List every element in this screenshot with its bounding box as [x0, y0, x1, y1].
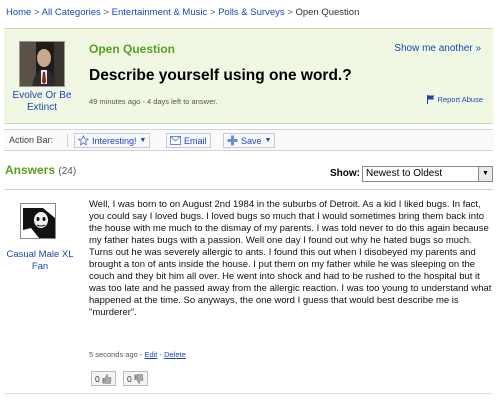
flag-icon [426, 95, 435, 104]
email-button[interactable]: Email [166, 133, 211, 148]
save-button[interactable]: Save ▼ [223, 133, 276, 148]
breadcrumb-entertainment[interactable]: Entertainment & Music [112, 7, 208, 18]
interesting-label: Interesting! [92, 135, 137, 146]
question-status: Open Question [89, 42, 176, 56]
avatar-photo-icon [20, 42, 64, 86]
answer-text: Well, I was born to on August 2nd 1984 i… [89, 199, 492, 318]
plus-icon [227, 135, 238, 146]
action-bar: Action Bar: Interesting! ▼ Email Save ▼ [4, 129, 493, 151]
chevron-down-icon: ▼ [139, 137, 147, 144]
show-me-another-link[interactable]: Show me another » [394, 43, 481, 54]
divider [4, 189, 493, 190]
breadcrumb-separator: > [33, 7, 40, 18]
dropdown-arrow-icon[interactable]: ▼ [478, 167, 492, 181]
question-panel: Evolve Or Be Extinct Open Question Descr… [4, 28, 493, 124]
breadcrumb-separator: > [209, 7, 216, 18]
thumbs-down-count: 0 [127, 373, 132, 384]
thumbs-down-icon [134, 373, 143, 384]
save-label: Save [241, 135, 262, 146]
answerer-name-link[interactable]: Casual Male XL Fan [4, 249, 76, 273]
thumbs-up-button[interactable]: 0 [91, 371, 116, 386]
report-abuse-link[interactable]: Report Abuse [426, 95, 483, 104]
action-bar-label: Action Bar: [9, 135, 54, 145]
report-abuse-label: Report Abuse [437, 95, 483, 104]
breadcrumb-polls[interactable]: Polls & Surveys [218, 7, 285, 18]
chevron-down-icon: ▼ [264, 137, 272, 144]
thumbs-up-count: 0 [95, 373, 100, 384]
meta-separator: - [159, 350, 163, 359]
sort-selected-value: Newest to Oldest [366, 168, 443, 179]
star-icon [78, 135, 89, 146]
breadcrumb-separator: > [103, 7, 110, 18]
breadcrumb: Home > All Categories > Entertainment & … [6, 7, 359, 18]
asker-avatar[interactable] [19, 41, 65, 87]
interesting-button[interactable]: Interesting! ▼ [74, 133, 151, 148]
question-title: Describe yourself using one word.? [89, 67, 352, 84]
delete-link[interactable]: Delete [164, 350, 186, 359]
breadcrumb-home[interactable]: Home [6, 7, 31, 18]
edit-link[interactable]: Edit [144, 350, 157, 359]
thumbs-up-icon [102, 373, 111, 384]
answer-time: 5 seconds ago - [89, 350, 143, 359]
question-meta: 49 minutes ago - 4 days left to answer. [89, 97, 218, 106]
asker-name-link[interactable]: Evolve Or Be Extinct [8, 90, 76, 114]
sort-label: Show: [330, 168, 360, 179]
breadcrumb-separator: > [287, 7, 293, 18]
breadcrumb-current: Open Question [295, 7, 360, 18]
avatar-image-icon [21, 204, 55, 238]
answers-heading: Answers (24) [5, 163, 76, 177]
thumbs-down-button[interactable]: 0 [123, 371, 148, 386]
answers-count: (24) [58, 166, 77, 177]
sort-select[interactable]: Newest to Oldest ▼ [362, 166, 493, 182]
breadcrumb-all-categories[interactable]: All Categories [42, 7, 101, 18]
divider [4, 393, 493, 394]
email-label: Email [184, 135, 207, 146]
answer-meta: 5 seconds ago - Edit - Delete [89, 350, 186, 359]
answers-title: Answers [5, 163, 56, 177]
answerer-avatar[interactable] [20, 203, 56, 239]
divider [67, 134, 68, 147]
envelope-icon [170, 136, 181, 145]
